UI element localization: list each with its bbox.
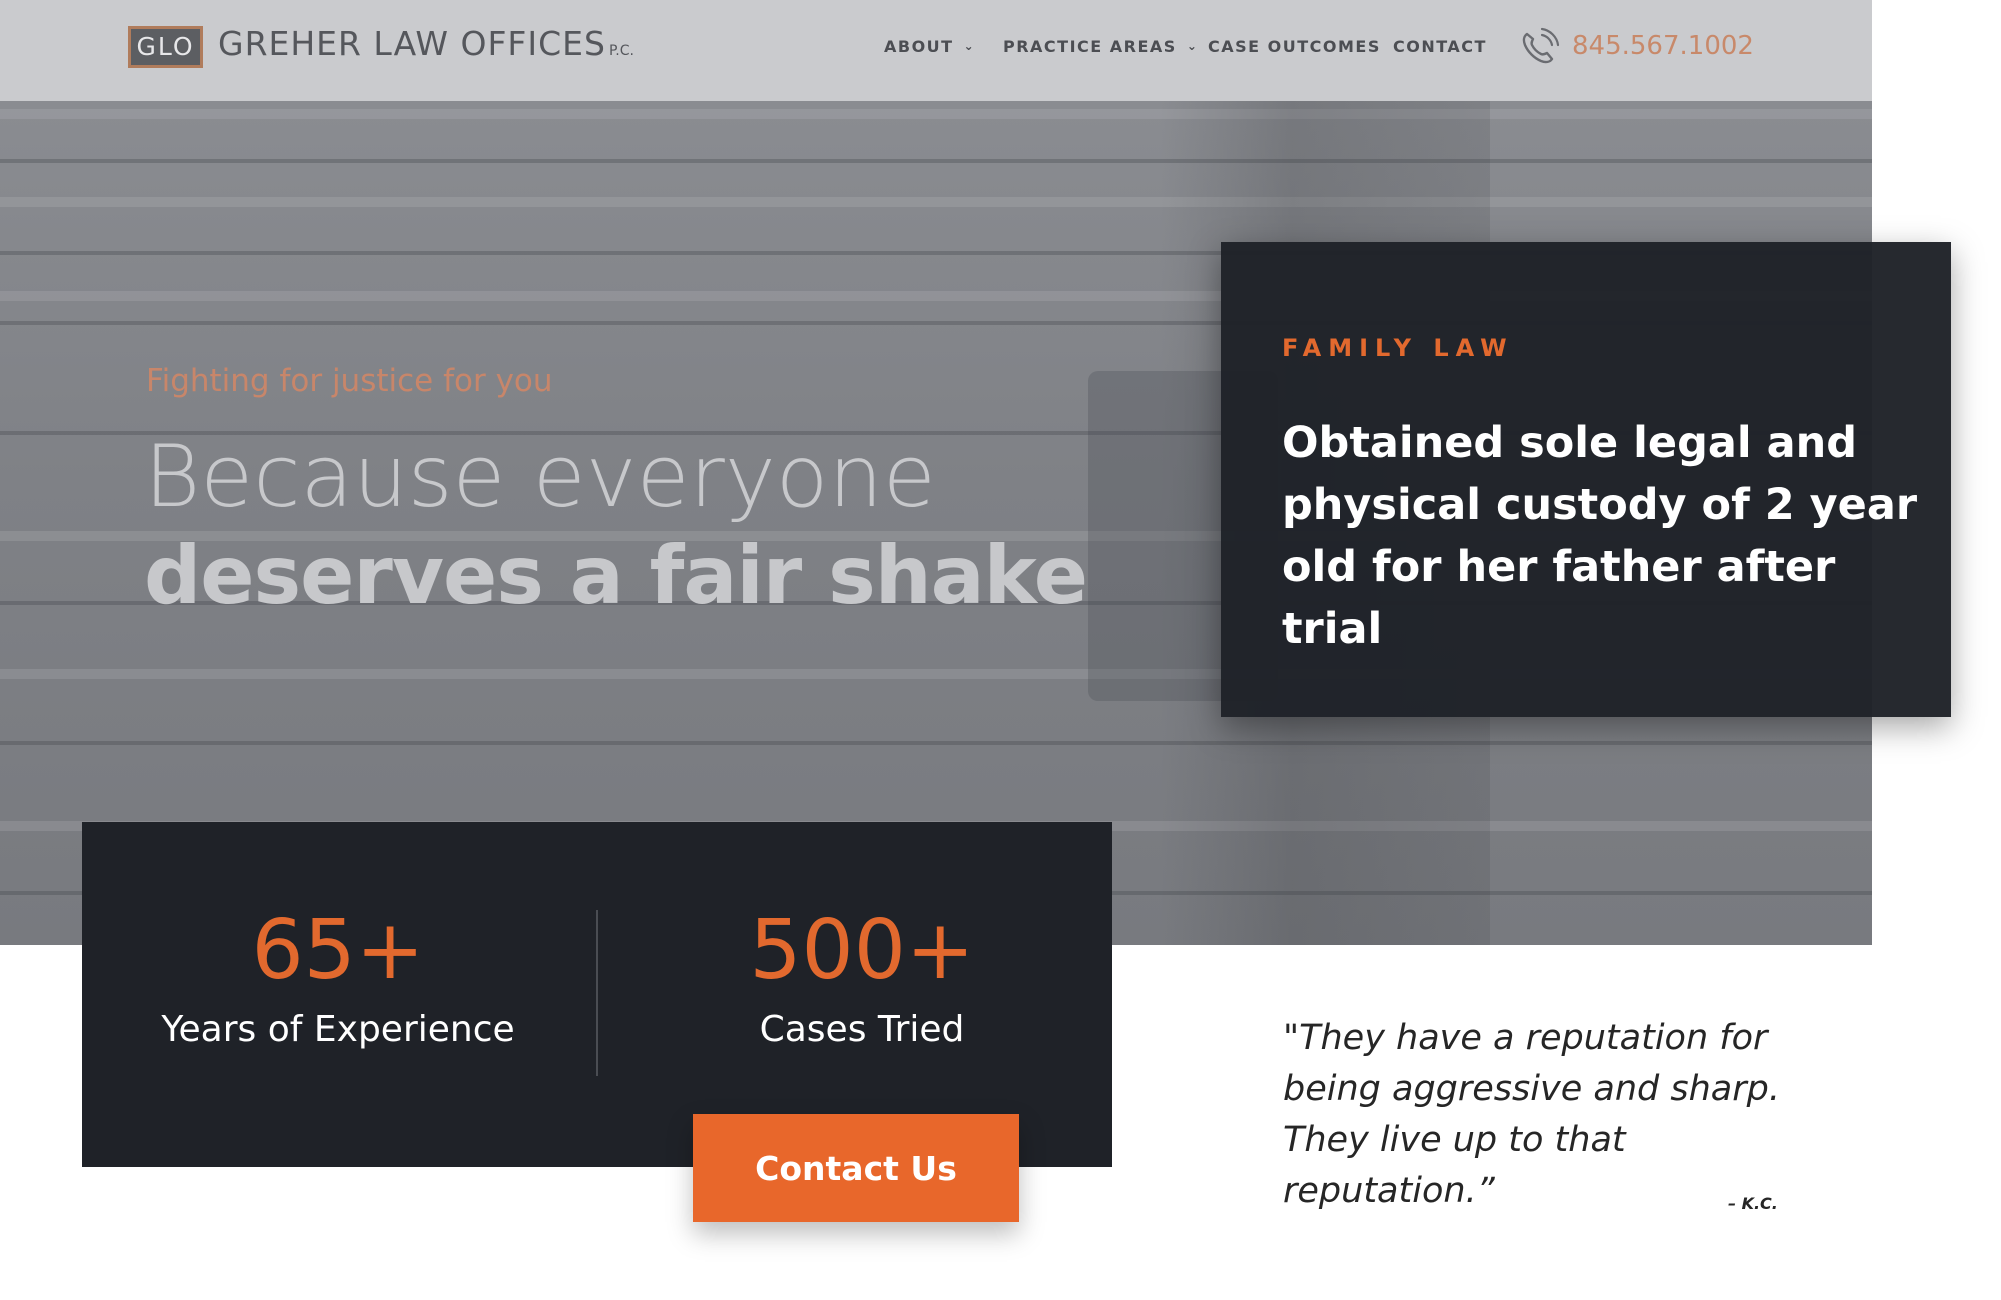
nav-case-outcomes[interactable]: CASE OUTCOMES	[1208, 37, 1381, 56]
stair-texture	[0, 197, 1872, 207]
stair-texture	[0, 109, 1872, 119]
nav-case-outcomes-label: CASE OUTCOMES	[1208, 37, 1381, 56]
chevron-down-icon: ⌄	[963, 39, 976, 53]
stat-cases-value: 500+	[749, 903, 975, 998]
nav-practice-areas[interactable]: PRACTICE AREAS ⌄	[1003, 37, 1198, 56]
hero-tagline: Fighting for justice for you	[146, 363, 553, 399]
nav-contact-label: CONTACT	[1393, 37, 1487, 56]
stat-years-label: Years of Experience	[161, 1009, 515, 1050]
nav-contact[interactable]: CONTACT	[1393, 37, 1487, 56]
page: GLO GREHER LAW OFFICES P.C. ABOUT ⌄ PRACTI…	[0, 0, 2001, 1300]
chevron-down-icon: ⌄	[1186, 39, 1199, 53]
logo-firm-name[interactable]: GREHER LAW OFFICES P.C.	[218, 24, 634, 63]
case-outcome-text: Obtained sole legal and physical custody…	[1282, 418, 1918, 654]
site-header: GLO GREHER LAW OFFICES P.C. ABOUT ⌄ PRACTI…	[0, 0, 1872, 101]
testimonial-author: – K.C.	[1728, 1194, 1778, 1213]
stair-texture	[0, 741, 1872, 745]
contact-us-button[interactable]: Contact Us	[693, 1114, 1019, 1222]
stat-cases-label: Cases Tried	[759, 1009, 965, 1050]
firm-name-text: GREHER LAW OFFICES	[218, 24, 606, 63]
case-category: FAMILY LAW	[1282, 334, 1514, 362]
case-outcome-card[interactable]: FAMILY LAW Obtained sole legal and physi…	[1221, 242, 1951, 717]
hero-headline-line1: Because everyone	[144, 427, 936, 527]
nav-practice-areas-label: PRACTICE AREAS	[1003, 37, 1177, 56]
phone-icon	[1522, 27, 1560, 64]
testimonial-quote: "They have a reputation for being aggres…	[1283, 1018, 1780, 1211]
stat-years-value: 65+	[251, 903, 425, 998]
nav-about-label: ABOUT	[884, 37, 954, 56]
logo-mark[interactable]: GLO	[128, 26, 203, 68]
stair-texture	[0, 159, 1872, 163]
firm-suffix: P.C.	[608, 43, 634, 59]
hero-headline-line2: deserves a fair shake	[144, 529, 1088, 622]
nav-about[interactable]: ABOUT ⌄	[884, 37, 975, 56]
phone-number[interactable]: 845.567.1002	[1572, 31, 1754, 61]
stats-divider	[596, 910, 598, 1076]
